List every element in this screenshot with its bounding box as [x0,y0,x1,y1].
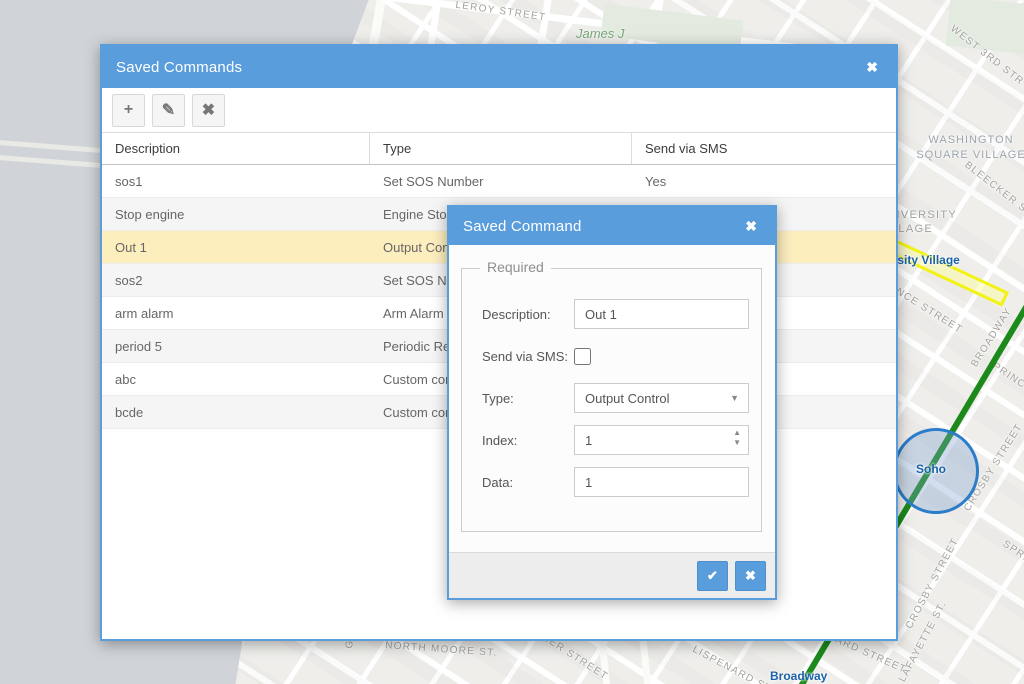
commands-table-header: Description Type Send via SMS [102,133,896,165]
data-row: Data: [474,467,749,497]
close-icon[interactable]: ✖ [862,57,882,78]
cell-description: arm alarm [102,306,370,321]
cell-type: Set SOS Number [370,174,632,189]
commands-toolbar: + ✎ ✖ [102,88,896,133]
add-command-button[interactable]: + [112,94,145,127]
check-icon: ✔ [707,568,718,584]
delete-command-button[interactable]: ✖ [192,94,225,127]
send-via-sms-checkbox[interactable] [574,348,591,365]
send-via-sms-row: Send via SMS: [474,341,749,371]
cancel-button[interactable]: ✖ [735,561,766,591]
cell-description: sos2 [102,273,370,288]
map-label-washington-square-village: WASHINGTON SQUARE VILLAGE [915,133,1024,163]
saved-command-titlebar: Saved Command ✖ [449,207,775,245]
cell-description: abc [102,372,370,387]
type-row: Type: Output Control ▼ [474,383,749,413]
spin-down-icon[interactable]: ▼ [731,438,743,448]
cell-description: bcde [102,405,370,420]
cell-description: Out 1 [102,240,370,255]
data-label: Data: [474,475,574,490]
chevron-down-icon: ▼ [730,393,739,403]
cell-description: sos1 [102,174,370,189]
saved-command-body: Required Description: Send via SMS: Type… [449,245,775,554]
required-legend: Required [480,259,551,275]
spin-up-icon[interactable]: ▲ [731,428,743,438]
required-fieldset: Required Description: Send via SMS: Type… [461,268,762,532]
close-icon[interactable]: ✖ [741,216,761,237]
close-icon: ✖ [745,568,756,584]
saved-command-dialog: Saved Command ✖ Required Description: Se… [447,205,777,600]
table-row[interactable]: sos1 Set SOS Number Yes [102,165,896,198]
app-stage: LEROY STREET WEST 3RD STR WASHINGTON SQU… [0,0,1024,684]
ok-button[interactable]: ✔ [697,561,728,591]
data-field[interactable] [574,467,749,497]
map-place-soho: Soho [916,462,946,476]
saved-commands-title: Saved Commands [116,59,862,76]
description-row: Description: [474,299,749,329]
index-label: Index: [474,433,574,448]
saved-commands-titlebar: Saved Commands ✖ [102,46,896,88]
cell-description: Stop engine [102,207,370,222]
index-row: Index: ▲ ▼ [474,425,749,455]
column-header-send-via-sms[interactable]: Send via SMS [632,133,896,164]
description-field[interactable] [574,299,749,329]
edit-command-button[interactable]: ✎ [152,94,185,127]
cell-description: period 5 [102,339,370,354]
map-place-broadway: Broadway [770,669,827,683]
column-header-description[interactable]: Description [102,133,370,164]
type-label: Type: [474,391,574,406]
description-label: Description: [474,307,574,322]
column-header-type[interactable]: Type [370,133,632,164]
index-stepper[interactable] [574,425,749,455]
type-select[interactable]: Output Control [574,383,749,413]
dialog-footer: ✔ ✖ [449,552,775,598]
cell-sms: Yes [632,174,896,189]
map-label-james-j-park: James J [576,26,624,41]
send-via-sms-label: Send via SMS: [474,349,574,364]
saved-command-title: Saved Command [463,218,741,235]
